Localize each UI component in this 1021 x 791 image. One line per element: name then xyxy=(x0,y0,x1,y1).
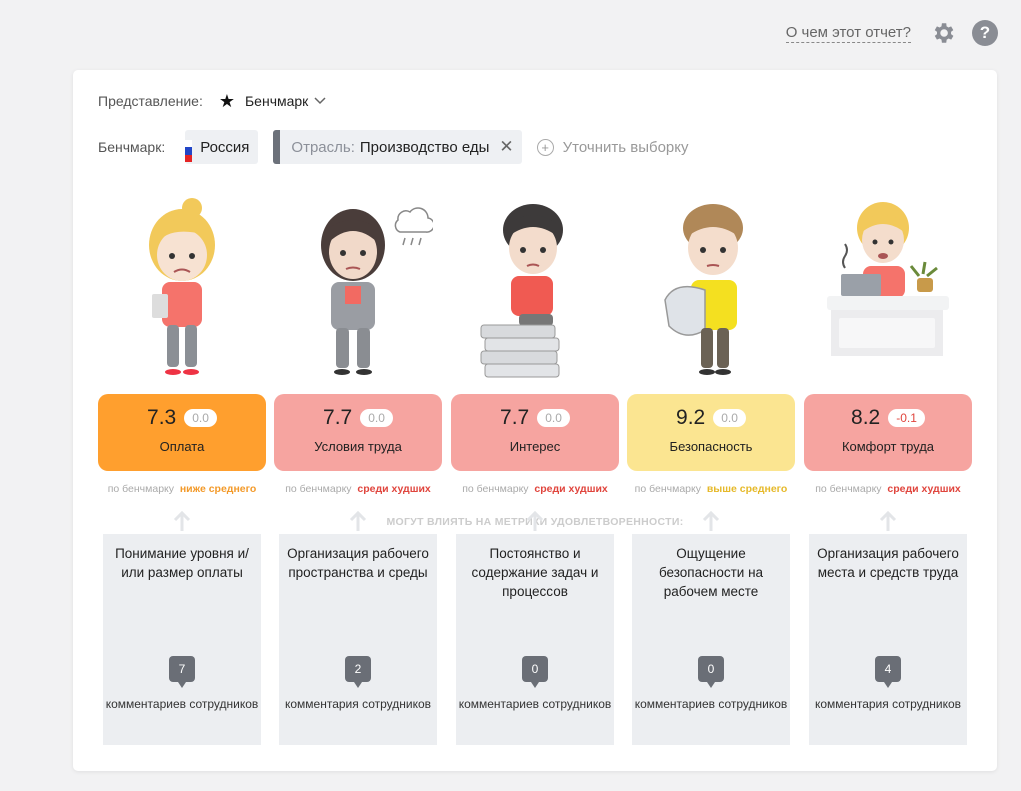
benchmark-comparison: по бенчмарку среди худших xyxy=(274,483,442,495)
refine-label: Уточнить выборку xyxy=(562,138,689,156)
topbar: О чем этот отчет? ? xyxy=(785,18,999,48)
view-value: Бенчмарк xyxy=(244,93,309,109)
score-card[interactable]: 7.7 0.0 Условия труда xyxy=(274,394,442,471)
comments-label: комментариев сотрудников xyxy=(634,697,788,711)
score-delta-badge: 0.0 xyxy=(360,409,393,427)
comments-label: комментария сотрудников xyxy=(814,697,962,711)
settings-button[interactable] xyxy=(929,19,957,47)
avatar xyxy=(451,190,619,385)
benchmark-comparison: по бенчмарку среди худших xyxy=(451,483,619,495)
character-illustration-icon xyxy=(664,204,743,375)
score-delta-badge: 0.0 xyxy=(713,409,746,427)
bench-prefix: по бенчмарку xyxy=(634,483,701,495)
score-value: 7.7 xyxy=(500,406,530,429)
score-card[interactable]: 9.2 0.0 Безопасность xyxy=(627,394,795,471)
comments-count-badge: 7 xyxy=(169,656,195,688)
score-delta-badge: -0.1 xyxy=(888,409,925,427)
character-illustration-icon xyxy=(321,207,433,375)
industry-prefix: Отрасль: xyxy=(291,138,355,156)
bench-prefix: по бенчмарку xyxy=(285,483,352,495)
bench-status: среди худших xyxy=(887,483,961,495)
help-button[interactable]: ? xyxy=(971,19,999,47)
bench-status: выше среднего xyxy=(706,483,788,495)
driver-text: Ощущение безопасности на рабочем месте xyxy=(658,546,764,599)
score-value: 7.3 xyxy=(147,406,177,429)
comments-label: комментариев сотрудников xyxy=(105,697,259,711)
bench-status: среди худших xyxy=(534,483,608,495)
benchmark-row: Бенчмарк: Россия Отрасль: Производство е… xyxy=(98,130,689,164)
close-icon[interactable]: ✕ xyxy=(499,137,513,157)
bench-prefix: по бенчмарку xyxy=(107,483,174,495)
avatar xyxy=(274,190,442,385)
star-icon: ★ xyxy=(218,91,235,111)
score-card[interactable]: 7.7 0.0 Интерес xyxy=(451,394,619,471)
bench-prefix: по бенчмарку xyxy=(462,483,529,495)
chevron-down-icon xyxy=(314,97,326,105)
character-illustration-icon xyxy=(480,204,563,378)
driver-card[interactable]: Организация рабочего пространства и сред… xyxy=(279,534,437,745)
russia-flag-icon xyxy=(185,140,193,162)
score-card[interactable]: 8.2 -0.1 Комфорт труда xyxy=(804,394,972,471)
score-delta-badge: 0.0 xyxy=(184,409,217,427)
arrow-up-icon xyxy=(274,510,442,532)
bench-prefix: по бенчмарку xyxy=(815,483,882,495)
view-row: Представление: ★ Бенчмарк xyxy=(98,92,326,110)
metric-name: Оплата xyxy=(159,439,205,454)
avatar xyxy=(98,190,266,385)
driver-text: Организация рабочего места и средств тру… xyxy=(817,546,959,580)
score-value: 8.2 xyxy=(851,406,881,429)
view-select[interactable]: ★ Бенчмарк xyxy=(219,92,326,110)
metric-name: Интерес xyxy=(509,439,561,454)
arrow-up-icon xyxy=(627,510,795,532)
plus-circle-icon: + xyxy=(536,138,554,156)
benchmark-comparison: по бенчмарку выше среднего xyxy=(627,483,795,495)
character-illustration-icon xyxy=(149,198,215,375)
comments-count-badge: 0 xyxy=(698,656,724,688)
metric-name: Безопасность xyxy=(669,439,753,454)
benchmark-label: Бенчмарк: xyxy=(98,139,166,155)
score-value: 7.7 xyxy=(323,406,353,429)
driver-text: Организация рабочего пространства и сред… xyxy=(287,546,429,580)
driver-text: Понимание уровня и/или размер оплаты xyxy=(115,546,249,580)
score-delta-badge: 0.0 xyxy=(537,409,570,427)
comments-label: комментария сотрудников xyxy=(284,697,432,711)
metric-name: Комфорт труда xyxy=(841,439,935,454)
question-icon: ? xyxy=(972,20,998,46)
avatar xyxy=(804,190,972,385)
driver-card[interactable]: Ощущение безопасности на рабочем месте 0… xyxy=(632,534,790,745)
driver-card[interactable]: Постоянство и содержание задач и процесс… xyxy=(456,534,614,745)
benchmark-card: Представление: ★ Бенчмарк Бенчмарк: Росс… xyxy=(73,70,997,771)
view-label: Представление: xyxy=(98,93,203,109)
country-chip[interactable]: Россия xyxy=(185,130,259,164)
score-value: 9.2 xyxy=(676,406,706,429)
country-value: Россия xyxy=(200,138,250,156)
arrow-up-icon xyxy=(451,510,619,532)
about-report-link[interactable]: О чем этот отчет? xyxy=(785,24,911,43)
gear-icon xyxy=(934,23,954,43)
bench-status: среди худших xyxy=(357,483,431,495)
comments-count-badge: 0 xyxy=(522,656,548,688)
refine-selection-button[interactable]: + Уточнить выборку xyxy=(536,138,689,156)
comments-count-badge: 4 xyxy=(875,656,901,688)
driver-card[interactable]: Понимание уровня и/или размер оплаты 7 к… xyxy=(103,534,261,745)
score-card[interactable]: 7.3 0.0 Оплата xyxy=(98,394,266,471)
character-illustration-icon xyxy=(827,202,949,356)
metric-name: Условия труда xyxy=(314,439,402,454)
comments-label: комментариев сотрудников xyxy=(458,697,612,711)
driver-text: Постоянство и содержание задач и процесс… xyxy=(471,546,599,599)
arrow-up-icon xyxy=(804,510,972,532)
benchmark-comparison: по бенчмарку среди худших xyxy=(804,483,972,495)
bench-status: ниже среднего xyxy=(179,483,257,495)
benchmark-comparison: по бенчмарку ниже среднего xyxy=(98,483,266,495)
industry-chip[interactable]: Отрасль: Производство еды ✕ xyxy=(273,130,522,164)
chip-accent-bar xyxy=(273,130,281,164)
driver-card[interactable]: Организация рабочего места и средств тру… xyxy=(809,534,967,745)
industry-value: Производство еды xyxy=(359,138,490,156)
avatar xyxy=(627,190,795,385)
arrow-up-icon xyxy=(98,510,266,532)
comments-count-badge: 2 xyxy=(345,656,371,688)
